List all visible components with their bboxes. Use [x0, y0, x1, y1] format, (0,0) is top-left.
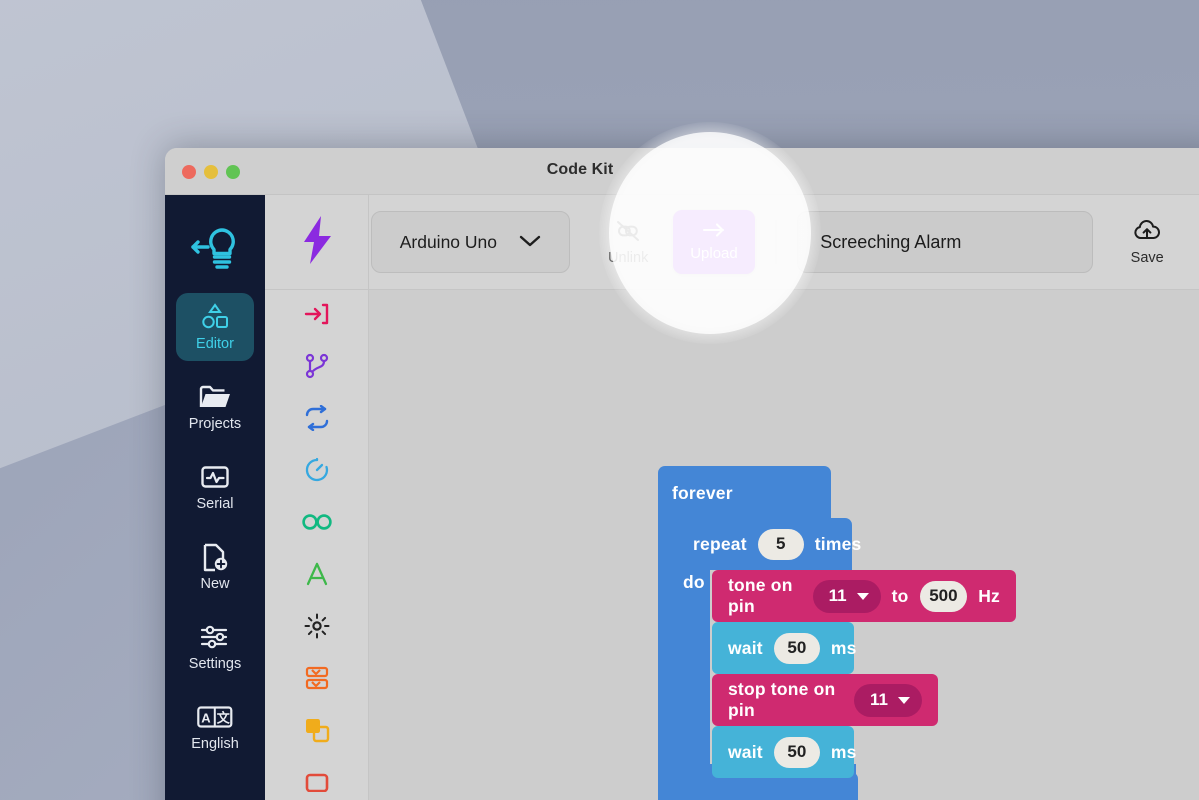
- broken-link-icon: [614, 219, 642, 247]
- arrow-right-icon: [701, 222, 727, 242]
- upload-button[interactable]: Upload: [673, 210, 756, 274]
- cloud-upload-icon: [1132, 219, 1162, 247]
- sidebar-item-editor[interactable]: Editor: [176, 293, 254, 361]
- sidebar-item-label: New: [200, 576, 229, 592]
- stack-icon: [304, 665, 330, 696]
- tone-prefix: tone on pin: [728, 575, 802, 617]
- stop-tone-prefix: stop tone on pin: [728, 679, 843, 721]
- toolbar-divider: [775, 220, 777, 264]
- caret-down-icon: [857, 593, 869, 600]
- sidebar-item-label: Serial: [196, 496, 233, 512]
- sidebar: Editor Projects Serial: [165, 195, 265, 800]
- file-plus-icon: [201, 543, 229, 571]
- tone-unit-label: Hz: [978, 586, 1000, 607]
- sidebar-item-label: Editor: [196, 336, 234, 352]
- repeat-do-label-wrap: do: [683, 572, 705, 593]
- palette-category-timer[interactable]: [265, 446, 368, 498]
- sidebar-item-settings[interactable]: Settings: [176, 613, 254, 681]
- repeat-suffix: times: [815, 534, 862, 555]
- wait1-unit-label: ms: [831, 638, 857, 659]
- forever-label: forever: [672, 483, 733, 504]
- palette-category-sun[interactable]: [265, 602, 368, 654]
- sidebar-item-label: English: [191, 736, 239, 752]
- palette-category-branch[interactable]: [265, 342, 368, 394]
- sidebar-item-language[interactable]: A 文 English: [176, 693, 254, 761]
- project-name-input[interactable]: Screeching Alarm: [797, 211, 1092, 273]
- lightning-bolt-icon: [297, 214, 337, 271]
- palette-category-layers[interactable]: [265, 706, 368, 758]
- wait2-value-field[interactable]: 50: [774, 737, 820, 768]
- board-selector-value: Arduino Uno: [400, 232, 497, 253]
- block-wait-2[interactable]: wait 50 ms: [712, 726, 854, 778]
- loop-repeat-icon: [303, 405, 331, 436]
- block-stop-tone-on-pin[interactable]: stop tone on pin 11: [712, 674, 938, 726]
- wait1-prefix: wait: [728, 638, 763, 659]
- project-name-value: Screeching Alarm: [820, 232, 961, 253]
- palette-logo[interactable]: [265, 195, 368, 290]
- save-label: Save: [1131, 250, 1164, 266]
- palette-category-loop[interactable]: [265, 394, 368, 446]
- block-forever[interactable]: forever: [658, 466, 831, 520]
- sun-icon: [304, 613, 330, 644]
- text-a-icon: [304, 561, 330, 592]
- stop-tone-pin-dropdown[interactable]: 11: [854, 684, 922, 717]
- window-titlebar: Code Kit: [165, 148, 1199, 195]
- repeat-do-label: do: [683, 572, 705, 592]
- sidebar-item-serial[interactable]: Serial: [176, 453, 254, 521]
- caret-down-icon: [898, 697, 910, 704]
- tone-mid-label: to: [892, 586, 909, 607]
- repeat-count-field[interactable]: 5: [758, 529, 804, 560]
- block-palette: [265, 195, 369, 800]
- tone-pin-dropdown[interactable]: 11: [813, 580, 881, 613]
- sidebar-item-label: Projects: [189, 416, 241, 432]
- chevron-down-icon: [519, 232, 541, 253]
- palette-category-logic-in[interactable]: [265, 290, 368, 342]
- brand-logo[interactable]: [165, 205, 265, 293]
- block-tone-on-pin[interactable]: tone on pin 11 to 500 Hz: [712, 570, 1016, 622]
- board-selector[interactable]: Arduino Uno: [371, 211, 570, 273]
- sidebar-item-label: Settings: [189, 656, 241, 672]
- svg-text:文: 文: [217, 711, 231, 726]
- repeat-arm: [676, 570, 710, 770]
- upload-label: Upload: [690, 245, 738, 262]
- save-button[interactable]: Save: [1115, 219, 1180, 266]
- sliders-icon: [199, 623, 231, 651]
- block-wait-1[interactable]: wait 50 ms: [712, 622, 854, 674]
- toolbar: Arduino Uno: [369, 195, 1199, 290]
- wait2-prefix: wait: [728, 742, 763, 763]
- export-button[interactable]: E: [1186, 234, 1199, 250]
- lightbulb-back-arrow-icon: [186, 221, 244, 278]
- palette-category-stack[interactable]: [265, 654, 368, 706]
- palette-category-box[interactable]: [265, 758, 368, 800]
- branch-icon: [304, 353, 330, 384]
- wait1-value-field[interactable]: 50: [774, 633, 820, 664]
- repeat-prefix: repeat: [693, 534, 747, 555]
- tone-pin-value: 11: [829, 586, 847, 606]
- monitor-pulse-icon: [200, 463, 230, 491]
- timer-icon: [304, 457, 330, 488]
- tone-frequency-field[interactable]: 500: [920, 581, 968, 612]
- stop-tone-pin-value: 11: [870, 690, 888, 710]
- logic-in-icon: [304, 301, 330, 332]
- block-repeat[interactable]: repeat 5 times: [676, 518, 852, 570]
- box-icon: [304, 772, 330, 797]
- sidebar-item-projects[interactable]: Projects: [176, 373, 254, 441]
- layers-icon: [304, 717, 330, 748]
- shapes-icon: [200, 303, 230, 331]
- window-title: Code Kit: [165, 161, 1199, 179]
- infinity-icon: [301, 511, 333, 538]
- palette-category-text[interactable]: [265, 550, 368, 602]
- language-icon: A 文: [197, 703, 233, 731]
- folder-icon: [199, 383, 231, 411]
- svg-text:A: A: [201, 711, 211, 726]
- sidebar-item-new[interactable]: New: [176, 533, 254, 601]
- unlink-button[interactable]: Unlink: [596, 219, 661, 266]
- unlink-label: Unlink: [608, 250, 648, 266]
- wait2-unit-label: ms: [831, 742, 857, 763]
- palette-category-infinity[interactable]: [265, 498, 368, 550]
